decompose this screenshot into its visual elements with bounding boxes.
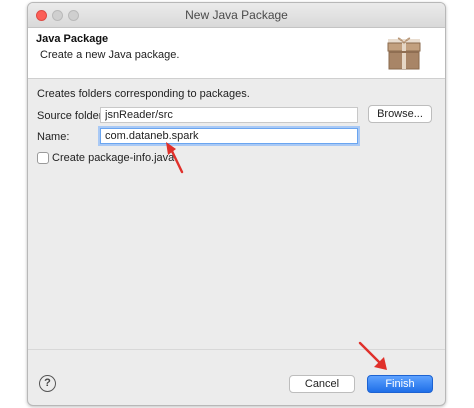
browse-button[interactable]: Browse... — [368, 105, 432, 123]
wizard-message: Create a new Java package. — [40, 49, 180, 61]
finish-button[interactable]: Finish — [367, 375, 433, 393]
package-info-checkbox[interactable] — [37, 152, 49, 164]
cancel-button[interactable]: Cancel — [289, 375, 355, 393]
wizard-title: Java Package — [36, 33, 109, 45]
package-info-label: Create package-info.java — [52, 152, 175, 164]
wizard-banner: Java Package Create a new Java package. — [28, 28, 445, 79]
annotation-arrow-finish — [358, 341, 387, 370]
package-name-input[interactable] — [100, 128, 358, 144]
help-icon[interactable]: ? — [39, 375, 56, 392]
window-title: New Java Package — [185, 8, 288, 22]
wizard-content: Creates folders corresponding to package… — [28, 79, 445, 349]
package-icon — [387, 37, 421, 70]
source-folder-input[interactable] — [100, 107, 358, 123]
title-bar: New Java Package — [28, 3, 445, 28]
source-folder-label: Source folder: — [37, 110, 106, 122]
name-label: Name: — [37, 131, 70, 143]
page-description: Creates folders corresponding to package… — [37, 88, 250, 100]
annotation-arrow-name — [166, 142, 184, 174]
